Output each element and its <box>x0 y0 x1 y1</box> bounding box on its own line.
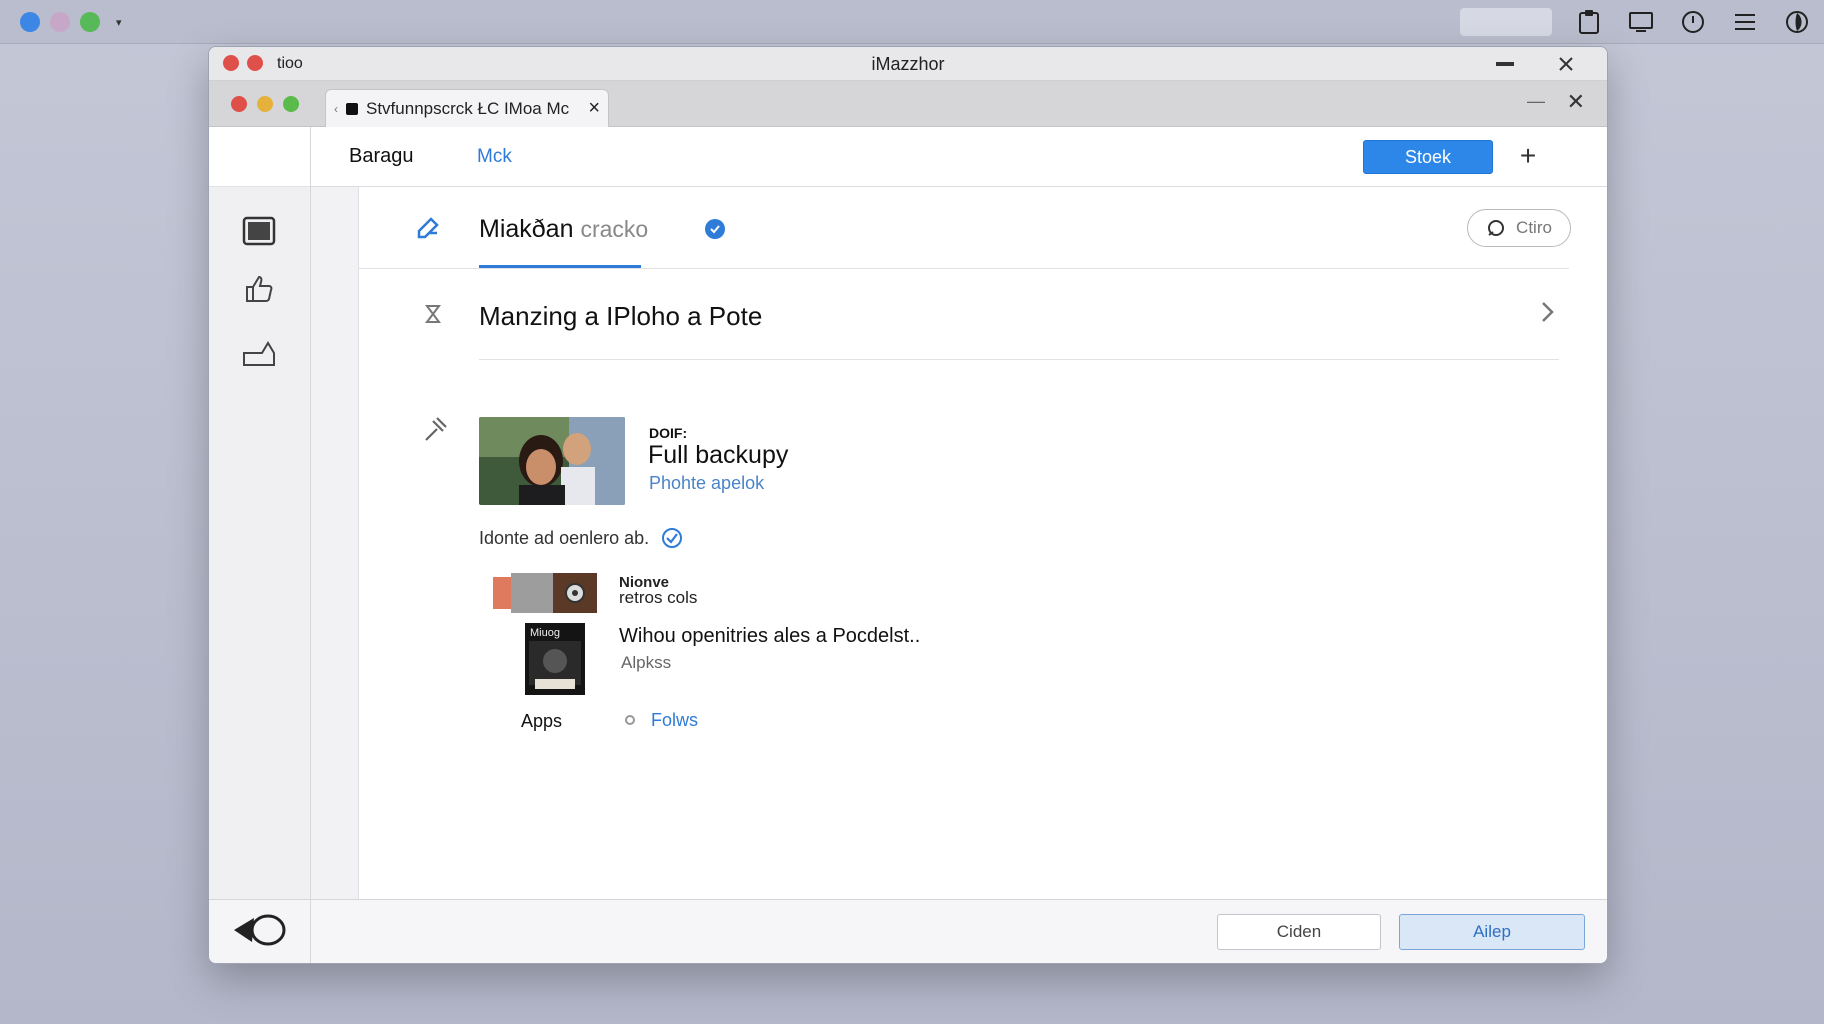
apps-label[interactable]: Apps <box>521 711 562 732</box>
backup-photo-thumbnail[interactable] <box>479 417 625 505</box>
clipboard-icon[interactable] <box>1572 6 1606 38</box>
clock-icon[interactable] <box>1676 6 1710 38</box>
list-item-row[interactable]: Manzing a IPloho a Pote <box>359 269 1569 360</box>
window-close-icon[interactable] <box>1555 53 1577 75</box>
filter-pill-button[interactable]: Ctiro <box>1467 209 1571 247</box>
monitor-icon[interactable] <box>1624 6 1658 38</box>
confirm-button[interactable]: Ailep <box>1399 914 1585 950</box>
row-divider <box>479 359 1559 360</box>
status-line: Idonte ad oenlero ab. <box>479 527 683 549</box>
window-titlebar: tioo iMazzhor <box>209 47 1607 81</box>
cancel-button[interactable]: Ciden <box>1217 914 1381 950</box>
speech-bubble-icon[interactable] <box>231 910 291 954</box>
window-icon[interactable] <box>237 209 281 253</box>
content-gutter <box>311 187 359 899</box>
desktop-search-field[interactable] <box>1460 8 1552 36</box>
chevron-right-icon[interactable] <box>1539 299 1559 327</box>
item2-thumb-label: Miuog <box>530 627 560 639</box>
desktop-dot-pink-icon[interactable] <box>50 12 70 32</box>
thumbs-up-icon[interactable] <box>237 267 281 311</box>
tab-back-icon: ‹ <box>334 101 338 116</box>
window-title: iMazzhor <box>871 54 945 74</box>
tabbar-minimize-icon[interactable]: — <box>1527 91 1545 112</box>
sidebar-top-area <box>209 127 310 187</box>
page-header: Baragu Mck Stoek + <box>311 127 1607 187</box>
browser-tab-active[interactable]: ‹ Stvfunnpscrck ŁC IMoa Mc × <box>325 89 609 127</box>
pin-icon[interactable] <box>423 415 449 443</box>
section-tab-underline <box>479 265 641 268</box>
folws-link[interactable]: Folws <box>651 710 698 731</box>
tray-icon[interactable] <box>237 331 281 375</box>
section-title-muted: cracko <box>580 216 649 242</box>
tab-minimize-dot-icon[interactable] <box>257 96 273 112</box>
section-header: Miakðan cracko Ctiro <box>359 187 1571 269</box>
main-window: tioo iMazzhor ‹ Stvfunnpscrck ŁC IMoa Mc… <box>208 46 1608 964</box>
desktop-menu-bar: ▾ <box>0 0 1824 44</box>
window-footer: Ciden Ailep <box>311 899 1607 963</box>
desktop-dot-green-icon[interactable] <box>80 12 100 32</box>
tab-label: Stvfunnpscrck ŁC IMoa Mc <box>366 98 570 118</box>
desktop-status-icons <box>1572 6 1814 38</box>
tab-favicon-icon <box>346 102 358 115</box>
item-thumbnail-strip[interactable] <box>493 573 597 613</box>
card-subtitle-link[interactable]: Phohte apelok <box>649 473 764 494</box>
item2-subtitle: Alpkss <box>621 653 672 672</box>
desktop-window-controls: ▾ <box>20 12 122 32</box>
item2-thumbnail[interactable]: Miuog <box>525 623 585 695</box>
window-minimize-icon[interactable] <box>1495 54 1515 74</box>
header-primary-button[interactable]: Stoek <box>1363 140 1493 174</box>
edit-pencil-icon[interactable] <box>415 215 443 243</box>
info-badge-icon[interactable] <box>705 219 725 239</box>
tab-traffic-lights <box>231 96 299 112</box>
desktop-dot-blue-icon[interactable] <box>20 12 40 32</box>
tab-bar: ‹ Stvfunnpscrck ŁC IMoa Mc × — ✕ <box>209 81 1607 127</box>
item2-title[interactable]: Wihou openitries ales a Pocdelst.. <box>619 625 920 648</box>
list-item-label: Manzing a IPloho a Pote <box>479 301 763 331</box>
item1-text: Nionve retros cols <box>619 575 698 607</box>
main-content: Miakðan cracko Ctiro Manzing a IPloho a … <box>359 187 1607 899</box>
pill-label: Ctiro <box>1516 218 1552 237</box>
status-text: Idonte ad oenlero ab. <box>479 527 650 548</box>
card-title[interactable]: Full backupy <box>648 441 788 470</box>
radio-dot-icon[interactable] <box>625 715 635 725</box>
item1-line2: retros cols <box>619 588 698 607</box>
desktop-caret-icon[interactable]: ▾ <box>116 16 122 29</box>
tab-close-dot-icon[interactable] <box>231 96 247 112</box>
leaf-icon[interactable] <box>1780 6 1814 38</box>
card-kicker: DOIF: <box>649 425 688 441</box>
tab-close-icon[interactable]: × <box>588 97 600 120</box>
chat-bubble-icon <box>1488 220 1505 236</box>
tab-maximize-dot-icon[interactable] <box>283 96 299 112</box>
section-title: Miakðan cracko <box>479 215 648 244</box>
page-title: Baragu <box>349 145 414 167</box>
check-circle-icon <box>661 527 683 549</box>
sidebar-footer <box>209 899 310 963</box>
hourglass-icon <box>423 303 443 325</box>
tabbar-close-icon[interactable]: ✕ <box>1567 89 1585 115</box>
add-button[interactable]: + <box>1511 139 1545 173</box>
left-sidebar <box>209 127 311 963</box>
section-title-main: Miakðan <box>479 215 574 243</box>
header-link[interactable]: Mck <box>477 146 512 168</box>
menu-icon[interactable] <box>1728 6 1762 38</box>
